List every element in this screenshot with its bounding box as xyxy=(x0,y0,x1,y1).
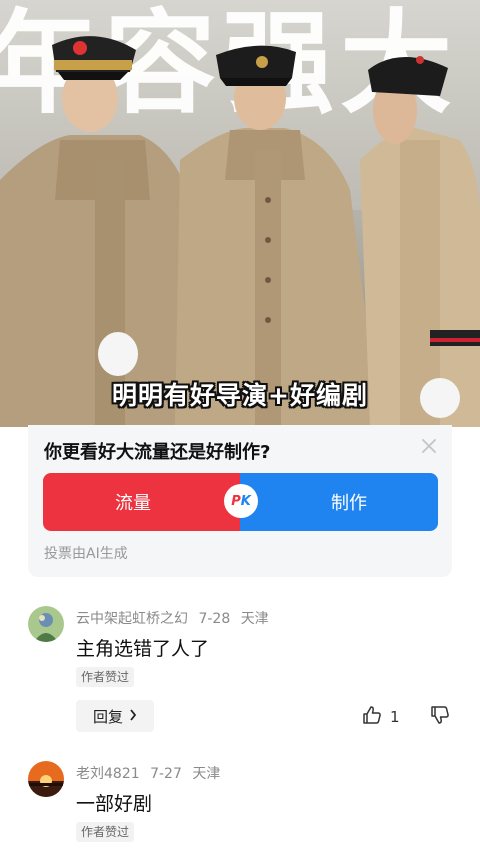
author-liked-badge: 作者赞过 xyxy=(76,822,135,842)
author-liked-badge: 作者赞过 xyxy=(76,667,135,687)
reply-button-label: 回复 xyxy=(92,707,123,726)
comment-date: 7-28 xyxy=(198,611,231,627)
comment-text: 主角选错了人了 xyxy=(76,638,210,660)
poll-card: 你更看好大流量还是好制作? 流量 制作 PK 投票由AI生成 xyxy=(28,425,452,577)
like-button[interactable]: 1 xyxy=(362,705,400,729)
poll-option-left-label: 流量 xyxy=(115,493,151,514)
comment-location: 天津 xyxy=(192,766,221,782)
poll-footer-note: 投票由AI生成 xyxy=(44,546,128,562)
avatar[interactable] xyxy=(28,606,64,642)
reply-button[interactable]: 回复 xyxy=(76,700,154,732)
video-subtitle: 明明有好导演+好编剧 xyxy=(112,381,368,410)
poll-option-production-button[interactable]: 制作 xyxy=(240,473,438,531)
pk-k-letter: K xyxy=(240,493,251,509)
video-people-illustration xyxy=(0,36,480,427)
comment-author[interactable]: 云中架起虹桥之幻 xyxy=(76,611,188,627)
avatar[interactable] xyxy=(28,761,64,797)
comment-date: 7-27 xyxy=(150,766,182,782)
chevron-right-icon xyxy=(129,707,137,725)
comment-text: 一部好剧 xyxy=(76,793,153,815)
comment-meta: 老刘4821 7-27 天津 xyxy=(76,763,226,783)
thumbs-down-icon[interactable] xyxy=(430,705,450,729)
poll-option-right-label: 制作 xyxy=(331,493,367,514)
comment-meta: 云中架起虹桥之幻 7-28 天津 xyxy=(76,608,275,628)
like-count: 1 xyxy=(390,708,400,726)
pk-badge-icon: PK xyxy=(224,484,258,518)
comment-location: 天津 xyxy=(240,611,269,627)
video-frame[interactable]: 年容强大 明明有好导演+好编剧 xyxy=(0,0,480,427)
pk-p-letter: P xyxy=(231,493,241,509)
close-icon[interactable] xyxy=(420,437,438,455)
thumbs-up-icon xyxy=(362,705,382,729)
comment-author[interactable]: 老刘4821 xyxy=(76,766,140,782)
poll-option-traffic-button[interactable]: 流量 xyxy=(43,473,243,531)
poll-question: 你更看好大流量还是好制作? xyxy=(44,442,271,463)
